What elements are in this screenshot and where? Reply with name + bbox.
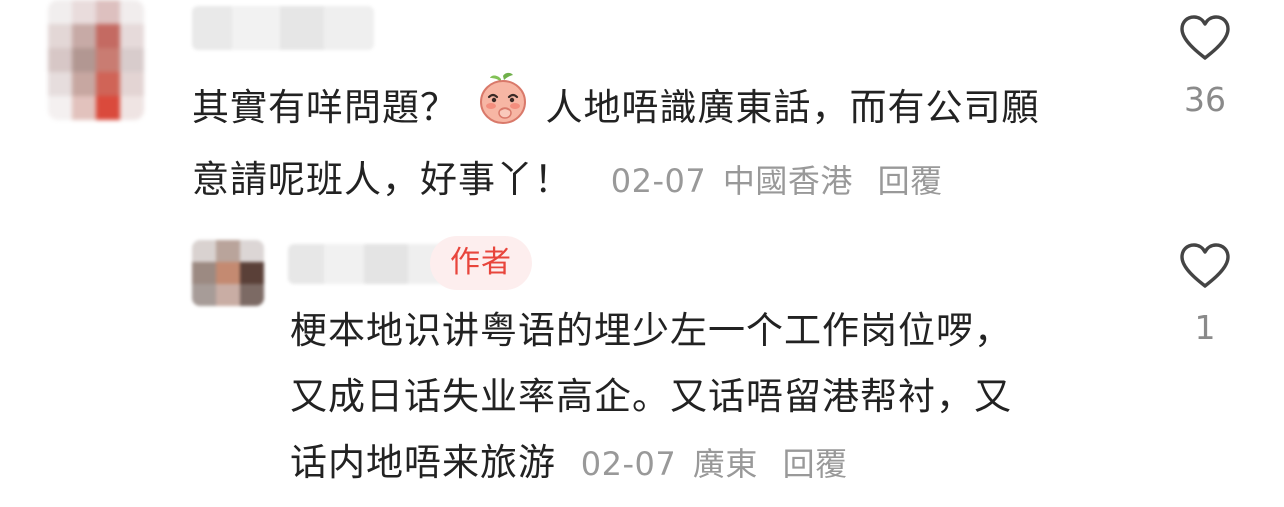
comment-text-part2: 人地唔識廣東話，而有公司願 xyxy=(545,86,1040,129)
reply-body[interactable]: 梗本地识讲粤语的埋少左一个工作岗位啰， 又成日话失业率高企。又话唔留港帮衬，又 … xyxy=(290,298,1150,497)
comment-date: 02-07 xyxy=(610,162,707,200)
reply-button[interactable]: 回覆 xyxy=(878,162,943,200)
reply-date: 02-07 xyxy=(580,445,677,483)
shy-peach-emoji-icon xyxy=(475,70,531,147)
reply-meta: 02-07 廣東 回覆 xyxy=(581,445,848,483)
comment-body[interactable]: 其實有咩問題？ 人地唔識廣東話，而有公司願 意請呢班人，好事丫！ 02-07 中… xyxy=(192,70,1142,214)
username[interactable] xyxy=(192,6,374,50)
comment-location: 中國香港 xyxy=(722,162,853,200)
avatar[interactable] xyxy=(192,240,264,306)
like-control[interactable]: 36 xyxy=(1170,14,1240,119)
like-control[interactable]: 1 xyxy=(1170,242,1240,347)
heart-outline-icon[interactable] xyxy=(1178,14,1232,62)
reply-button[interactable]: 回覆 xyxy=(783,445,848,483)
comment-meta: 02-07 中國香港 回覆 xyxy=(611,162,943,200)
reply-line-2: 又成日话失业率高企。又话唔留港帮衬，又 xyxy=(290,375,1012,418)
like-count: 36 xyxy=(1184,80,1226,119)
reply-text-line3: 话内地唔来旅游 xyxy=(290,441,556,484)
reply-line-1: 梗本地识讲粤语的埋少左一个工作岗位啰， xyxy=(290,309,1012,352)
heart-outline-icon[interactable] xyxy=(1178,242,1232,290)
reply-line-3: 话内地唔来旅游 02-07 廣東 回覆 xyxy=(290,430,1150,497)
comment-line-2: 意請呢班人，好事丫！ 02-07 中國香港 回覆 xyxy=(192,147,1142,214)
comment-line-1: 其實有咩問題？ 人地唔識廣東話，而有公司願 xyxy=(192,70,1142,147)
like-count: 1 xyxy=(1194,308,1216,347)
reply-location: 廣東 xyxy=(692,445,758,483)
comment-text-line2: 意請呢班人，好事丫！ xyxy=(192,158,572,201)
author-badge: 作者 xyxy=(430,236,532,290)
avatar[interactable] xyxy=(48,0,144,120)
comment-text-part1: 其實有咩問題？ xyxy=(192,86,458,129)
username[interactable] xyxy=(288,244,448,284)
